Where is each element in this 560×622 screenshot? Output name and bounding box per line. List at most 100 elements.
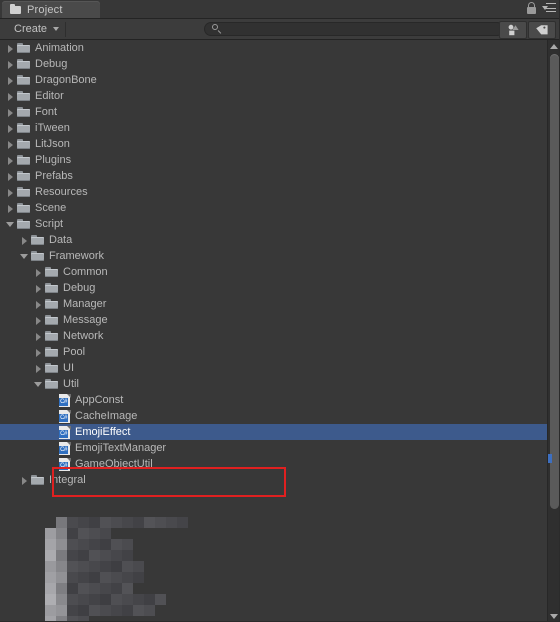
tree-row[interactable]: Scene — [0, 200, 547, 216]
triangle-down-icon[interactable] — [4, 216, 17, 232]
project-window: Project Create Animation Debug DragonBon… — [0, 0, 560, 622]
triangle-down-icon[interactable] — [18, 248, 31, 264]
label-filter-button[interactable] — [528, 21, 556, 39]
folder-icon — [31, 234, 45, 246]
tree-row-label: Editor — [35, 90, 64, 102]
tree-row[interactable]: Message — [0, 312, 547, 328]
tree-row[interactable]: Common — [0, 264, 547, 280]
triangle-down-icon[interactable] — [32, 376, 45, 392]
tree-row-label: Data — [49, 234, 73, 246]
csharp-script-icon: C# — [59, 441, 71, 455]
triangle-right-icon[interactable] — [4, 120, 17, 136]
tree-row[interactable]: Data — [0, 232, 547, 248]
triangle-right-icon[interactable] — [4, 136, 17, 152]
tree-row[interactable]: Script — [0, 216, 547, 232]
triangle-right-icon[interactable] — [4, 152, 17, 168]
vertical-scrollbar[interactable] — [547, 40, 560, 622]
tree-row[interactable]: C# GameObjectUtil — [0, 456, 547, 472]
tree-row[interactable]: Debug — [0, 280, 547, 296]
tree-row[interactable]: Network — [0, 328, 547, 344]
triangle-right-icon[interactable] — [32, 312, 45, 328]
tab-project[interactable]: Project — [2, 1, 100, 18]
folder-icon — [17, 186, 31, 198]
tree-row[interactable]: UI — [0, 360, 547, 376]
tree-row[interactable]: C# EmojiTextManager — [0, 440, 547, 456]
triangle-right-icon[interactable] — [4, 40, 17, 56]
tree-row-label: AppConst — [75, 394, 124, 406]
tree-row[interactable]: Plugins — [0, 152, 547, 168]
lock-icon[interactable] — [526, 2, 537, 14]
tree-row[interactable]: Framework — [0, 248, 547, 264]
tree-row-label: DragonBone — [35, 74, 97, 86]
tree-row[interactable]: Animation — [0, 40, 547, 56]
csharp-script-icon: C# — [59, 409, 71, 423]
triangle-right-icon[interactable] — [18, 232, 31, 248]
tree-row[interactable]: Pool — [0, 344, 547, 360]
tree-row[interactable]: C# CacheImage — [0, 408, 547, 424]
triangle-right-icon[interactable] — [32, 344, 45, 360]
tab-project-label: Project — [27, 3, 63, 16]
tree-row-label: Util — [63, 378, 79, 390]
tree-row-label: iTween — [35, 122, 70, 134]
tree-row[interactable]: C# AppConst — [0, 392, 547, 408]
hamburger-menu-icon[interactable] — [542, 2, 556, 14]
tree-row[interactable]: Util — [0, 376, 547, 392]
triangle-right-icon[interactable] — [32, 296, 45, 312]
tree-row-label: Plugins — [35, 154, 72, 166]
folder-icon — [45, 282, 59, 294]
triangle-right-icon[interactable] — [4, 200, 17, 216]
tree-row[interactable]: Resources — [0, 184, 547, 200]
triangle-down-icon[interactable] — [548, 610, 560, 622]
tree-row-label: Debug — [63, 282, 96, 294]
triangle-right-icon[interactable] — [4, 104, 17, 120]
type-filter-button[interactable] — [499, 21, 527, 39]
search-input[interactable] — [223, 23, 477, 35]
folder-icon — [31, 474, 45, 486]
triangle-right-icon[interactable] — [32, 360, 45, 376]
triangle-right-icon[interactable] — [4, 72, 17, 88]
folder-icon — [17, 138, 31, 150]
search-field[interactable] — [204, 22, 504, 36]
tree-row[interactable]: Editor — [0, 88, 547, 104]
folder-icon — [17, 122, 31, 134]
project-tree[interactable]: Animation Debug DragonBone Editor Font iTween… — [0, 40, 547, 622]
create-button-label: Create — [14, 23, 48, 35]
chevron-down-icon — [53, 27, 60, 31]
scroll-thumb[interactable] — [550, 54, 559, 509]
triangle-right-icon[interactable] — [4, 184, 17, 200]
tree-row[interactable]: Font — [0, 104, 547, 120]
triangle-up-icon[interactable] — [548, 40, 560, 52]
tree-row-label: GameObjectUtil — [75, 458, 153, 470]
tree-row-label: Prefabs — [35, 170, 73, 182]
folder-icon — [45, 314, 59, 326]
folder-icon — [17, 106, 31, 118]
tree-row-label: Animation — [35, 42, 84, 54]
tree-row[interactable]: Integral — [0, 472, 547, 488]
folder-icon — [17, 154, 31, 166]
csharp-script-icon: C# — [59, 457, 71, 471]
tree-row-label: UI — [63, 362, 74, 374]
tree-row[interactable]: LitJson — [0, 136, 547, 152]
search-icon — [211, 23, 223, 35]
folder-icon — [17, 170, 31, 182]
tree-row[interactable]: Debug — [0, 56, 547, 72]
folder-icon — [17, 74, 31, 86]
triangle-right-icon[interactable] — [4, 88, 17, 104]
tree-row[interactable]: DragonBone — [0, 72, 547, 88]
csharp-script-icon: C# — [59, 425, 71, 439]
triangle-right-icon[interactable] — [18, 472, 31, 488]
triangle-right-icon[interactable] — [32, 280, 45, 296]
folder-icon — [10, 4, 22, 14]
tree-row[interactable]: C# EmojiEffect — [0, 424, 547, 440]
tree-row[interactable]: iTween — [0, 120, 547, 136]
tree-row-label: CacheImage — [75, 410, 138, 422]
triangle-right-icon[interactable] — [4, 168, 17, 184]
triangle-right-icon[interactable] — [32, 264, 45, 280]
tree-row[interactable]: Manager — [0, 296, 547, 312]
create-button[interactable]: Create — [6, 21, 67, 37]
triangle-right-icon[interactable] — [32, 328, 45, 344]
tree-row[interactable]: Prefabs — [0, 168, 547, 184]
folder-icon — [45, 362, 59, 374]
triangle-right-icon[interactable] — [4, 56, 17, 72]
